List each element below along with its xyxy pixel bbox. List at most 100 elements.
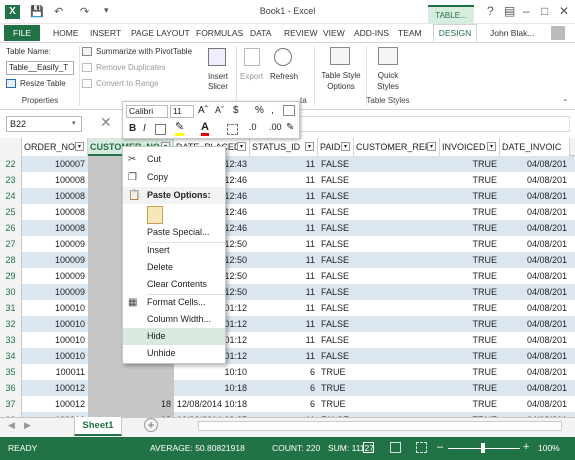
cell-paid[interactable]: FALSE [318, 204, 354, 220]
cell-dinv[interactable]: 04/08/201 [500, 252, 570, 268]
cell-order[interactable]: 100009 [22, 236, 88, 252]
cell-ref[interactable] [354, 204, 440, 220]
cell-inv[interactable]: TRUE [440, 316, 500, 332]
cell-ref[interactable] [354, 188, 440, 204]
page-break-view-icon[interactable] [416, 442, 427, 453]
cell-paid[interactable]: FALSE [318, 236, 354, 252]
cell-inv[interactable]: TRUE [440, 300, 500, 316]
cell-inv[interactable]: TRUE [440, 284, 500, 300]
col-invoiced[interactable]: INVOICED ▾ [440, 138, 500, 156]
zoom-slider-thumb[interactable] [481, 443, 485, 453]
cell-paid[interactable]: TRUE [318, 364, 354, 380]
zoom-out-icon[interactable]: – [437, 441, 443, 453]
cell-order[interactable]: 100008 [22, 220, 88, 236]
menu-item-column-width[interactable]: Column Width... [123, 311, 225, 328]
cell-cust[interactable]: 18 [88, 396, 174, 412]
cell-ref[interactable] [354, 316, 440, 332]
cell-status[interactable]: 11 [250, 188, 318, 204]
cell-ref[interactable] [354, 236, 440, 252]
cell-inv[interactable]: TRUE [440, 220, 500, 236]
tab-home[interactable]: HOME [53, 28, 79, 38]
cell-dinv[interactable]: 04/08/201 [500, 300, 570, 316]
cell-ref[interactable] [354, 396, 440, 412]
cell-date[interactable]: 10:10 [174, 364, 250, 380]
cell-paid[interactable]: FALSE [318, 220, 354, 236]
cell-cust[interactable] [88, 364, 174, 380]
clear-icon[interactable]: ✎ [286, 122, 294, 133]
tab-design[interactable]: DESIGN [433, 24, 477, 42]
table-style-options-button[interactable]: Table Style Options [320, 70, 362, 92]
filter-dropdown-icon[interactable]: ▾ [237, 142, 246, 151]
tab-insert[interactable]: INSERT [90, 28, 121, 38]
add-sheet-icon[interactable]: + [144, 418, 158, 432]
cell-paid[interactable]: FALSE [318, 268, 354, 284]
cell-paid[interactable]: FALSE [318, 316, 354, 332]
cell-inv[interactable]: TRUE [440, 364, 500, 380]
cell-paid[interactable]: TRUE [318, 396, 354, 412]
cancel-formula-icon[interactable]: ✕ [100, 114, 112, 131]
filter-dropdown-icon[interactable]: ▾ [341, 142, 350, 151]
cell-dinv[interactable]: 04/08/201 [500, 172, 570, 188]
cell-status[interactable]: 11 [250, 348, 318, 364]
cell-order[interactable]: 100009 [22, 252, 88, 268]
borders-icon[interactable] [155, 124, 166, 135]
cell-order[interactable]: 100012 [22, 380, 88, 396]
cell-paid[interactable]: TRUE [318, 380, 354, 396]
cell-inv[interactable]: TRUE [440, 380, 500, 396]
cell-order[interactable]: 100007 [22, 156, 88, 172]
shrink-font-icon[interactable]: Aˇ [215, 105, 224, 115]
col-date-invoiced[interactable]: DATE_INVOIC [500, 138, 570, 156]
cell-status[interactable]: 11 [250, 332, 318, 348]
cell-order[interactable]: 100008 [22, 188, 88, 204]
maximize-icon[interactable]: □ [541, 4, 548, 18]
zoom-in-icon[interactable]: + [523, 441, 529, 453]
col-status-id[interactable]: STATUS_ID ▾ [250, 138, 318, 156]
cell-order[interactable]: 100010 [22, 332, 88, 348]
cell-ref[interactable] [354, 364, 440, 380]
font-size-select[interactable]: 11 [170, 105, 194, 118]
row-header[interactable]: 33 [0, 332, 22, 348]
next-sheet-icon[interactable]: ▶ [24, 420, 31, 431]
cell-dinv[interactable]: 04/08/201 [500, 364, 570, 380]
cell-dinv[interactable]: 04/08/201 [500, 380, 570, 396]
filter-dropdown-icon[interactable]: ▾ [305, 142, 314, 151]
cell-order[interactable]: 100010 [22, 348, 88, 364]
cell-paid[interactable]: FALSE [318, 172, 354, 188]
filter-dropdown-icon[interactable]: ▾ [487, 142, 496, 151]
cell-dinv[interactable]: 04/08/201 [500, 332, 570, 348]
cell-status[interactable]: 11 [250, 220, 318, 236]
cell-ref[interactable] [354, 220, 440, 236]
cell-status[interactable]: 6 [250, 396, 318, 412]
cell-inv[interactable]: TRUE [440, 156, 500, 172]
menu-item-insert[interactable]: Insert [123, 242, 225, 259]
cell-dinv[interactable]: 04/08/201 [500, 284, 570, 300]
decrease-decimal-icon[interactable]: .00 [269, 122, 282, 132]
cell-status[interactable]: 11 [250, 156, 318, 172]
select-all-corner[interactable] [0, 138, 22, 156]
normal-view-icon[interactable] [363, 442, 374, 453]
menu-item-paste-special[interactable]: Paste Special... [123, 224, 225, 241]
row-header[interactable]: 23 [0, 172, 22, 188]
cell-inv[interactable]: TRUE [440, 236, 500, 252]
insert-slicer-button[interactable]: Insert Slicer [204, 72, 232, 92]
menu-item-unhide[interactable]: Unhide [123, 345, 225, 362]
cell-paid[interactable]: FALSE [318, 284, 354, 300]
cell-paid[interactable]: FALSE [318, 156, 354, 172]
remove-duplicates-button[interactable]: Remove Duplicates [96, 63, 165, 72]
cell-dinv[interactable]: 04/08/201 [500, 188, 570, 204]
resize-table-button[interactable]: Resize Table [20, 79, 66, 88]
bold-icon[interactable]: B [129, 123, 136, 134]
cell-dinv[interactable]: 04/08/201 [500, 396, 570, 412]
cell-cust[interactable] [88, 380, 174, 396]
cell-paid[interactable]: FALSE [318, 332, 354, 348]
cell-dinv[interactable]: 04/08/201 [500, 156, 570, 172]
increase-decimal-icon[interactable]: .0 [249, 122, 257, 132]
row-header[interactable]: 31 [0, 300, 22, 316]
cell-order[interactable]: 100008 [22, 204, 88, 220]
row-header[interactable]: 37 [0, 396, 22, 412]
cell-status[interactable]: 11 [250, 172, 318, 188]
cell-dinv[interactable]: 04/08/201 [500, 236, 570, 252]
font-name-select[interactable]: Calibri [126, 105, 168, 118]
row-header[interactable]: 34 [0, 348, 22, 364]
paste-icon[interactable] [147, 206, 163, 224]
